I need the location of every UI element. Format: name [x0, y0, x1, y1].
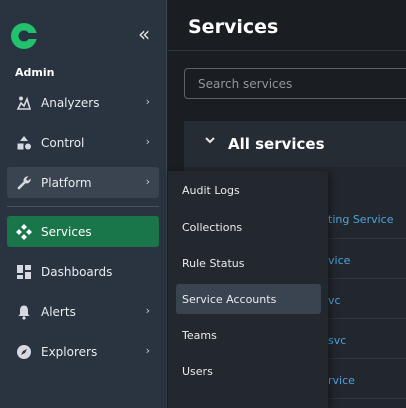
platform-submenu: Audit Logs Collections Rule Status Servi… [168, 171, 328, 408]
sidebar: « Admin Analyzers › Control › Platform ›… [0, 0, 167, 408]
services-icon [15, 223, 33, 241]
page-title: Services [188, 16, 279, 38]
search-input[interactable] [184, 68, 406, 99]
sidebar-divider [7, 206, 159, 207]
chevron-right-icon: › [145, 95, 150, 108]
service-link[interactable]: svc [328, 334, 346, 347]
sidebar-item-control[interactable]: Control › [7, 127, 159, 158]
org-name: Admin [15, 66, 55, 79]
sidebar-item-label: Alerts [41, 304, 76, 319]
service-link[interactable]: rvice [328, 374, 355, 387]
double-chevron-left-icon[interactable]: « [138, 24, 156, 45]
sidebar-item-alerts[interactable]: Alerts › [7, 296, 159, 327]
compass-icon [15, 343, 33, 361]
submenu-item-teams[interactable]: Teams [176, 320, 321, 350]
sidebar-item-platform[interactable]: Platform › [7, 167, 159, 198]
service-link[interactable]: ting Service [328, 213, 393, 226]
sidebar-item-label: Analyzers [41, 95, 100, 110]
chevron-down-icon [204, 134, 216, 150]
sidebar-item-label: Explorers [41, 344, 98, 359]
wrench-icon [15, 174, 33, 192]
sidebar-item-label: Services [41, 224, 92, 239]
submenu-item-users[interactable]: Users [176, 356, 321, 386]
services-panel-header[interactable]: All services [184, 121, 406, 167]
chevron-right-icon: › [145, 135, 150, 148]
analyzers-icon [15, 94, 33, 112]
sidebar-item-label: Platform [41, 175, 92, 190]
chevron-right-icon: › [145, 344, 150, 357]
sidebar-item-explorers[interactable]: Explorers › [7, 336, 159, 367]
sidebar-item-analyzers[interactable]: Analyzers › [7, 87, 159, 118]
sidebar-item-dashboards[interactable]: Dashboards [7, 256, 159, 287]
chevron-right-icon: › [145, 304, 150, 317]
bell-icon [15, 303, 33, 321]
title-divider [168, 50, 406, 51]
submenu-item-service-accounts[interactable]: Service Accounts [176, 284, 321, 314]
submenu-item-rule-status[interactable]: Rule Status [176, 248, 321, 278]
sidebar-item-label: Control [41, 135, 85, 150]
services-panel-title: All services [228, 135, 325, 153]
control-shapes-icon [15, 134, 33, 152]
submenu-item-audit-logs[interactable]: Audit Logs [176, 175, 321, 205]
service-link[interactable]: vc [328, 294, 341, 307]
sidebar-item-services[interactable]: Services [7, 216, 159, 247]
chevron-right-icon: › [145, 175, 150, 188]
sidebar-item-label: Dashboards [41, 264, 113, 279]
submenu-item-collections[interactable]: Collections [176, 212, 321, 242]
dashboard-icon [15, 263, 33, 281]
app-logo[interactable] [9, 21, 39, 51]
service-link[interactable]: vice [328, 254, 350, 267]
